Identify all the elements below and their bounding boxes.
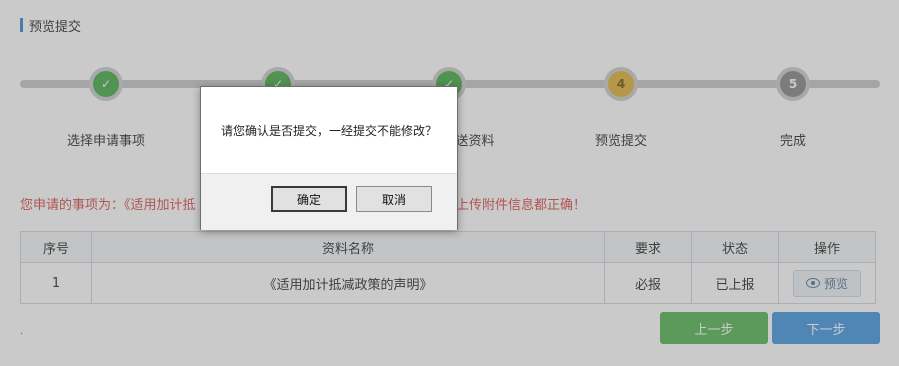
- confirm-dialog: 请您确认是否提交，一经提交不能修改？ 确定 取消: [200, 86, 458, 230]
- dialog-footer: 确定 取消: [201, 173, 457, 230]
- dialog-message: 请您确认是否提交，一经提交不能修改？: [220, 123, 437, 138]
- confirm-button[interactable]: 确定: [271, 186, 347, 212]
- cancel-button[interactable]: 取消: [356, 186, 432, 212]
